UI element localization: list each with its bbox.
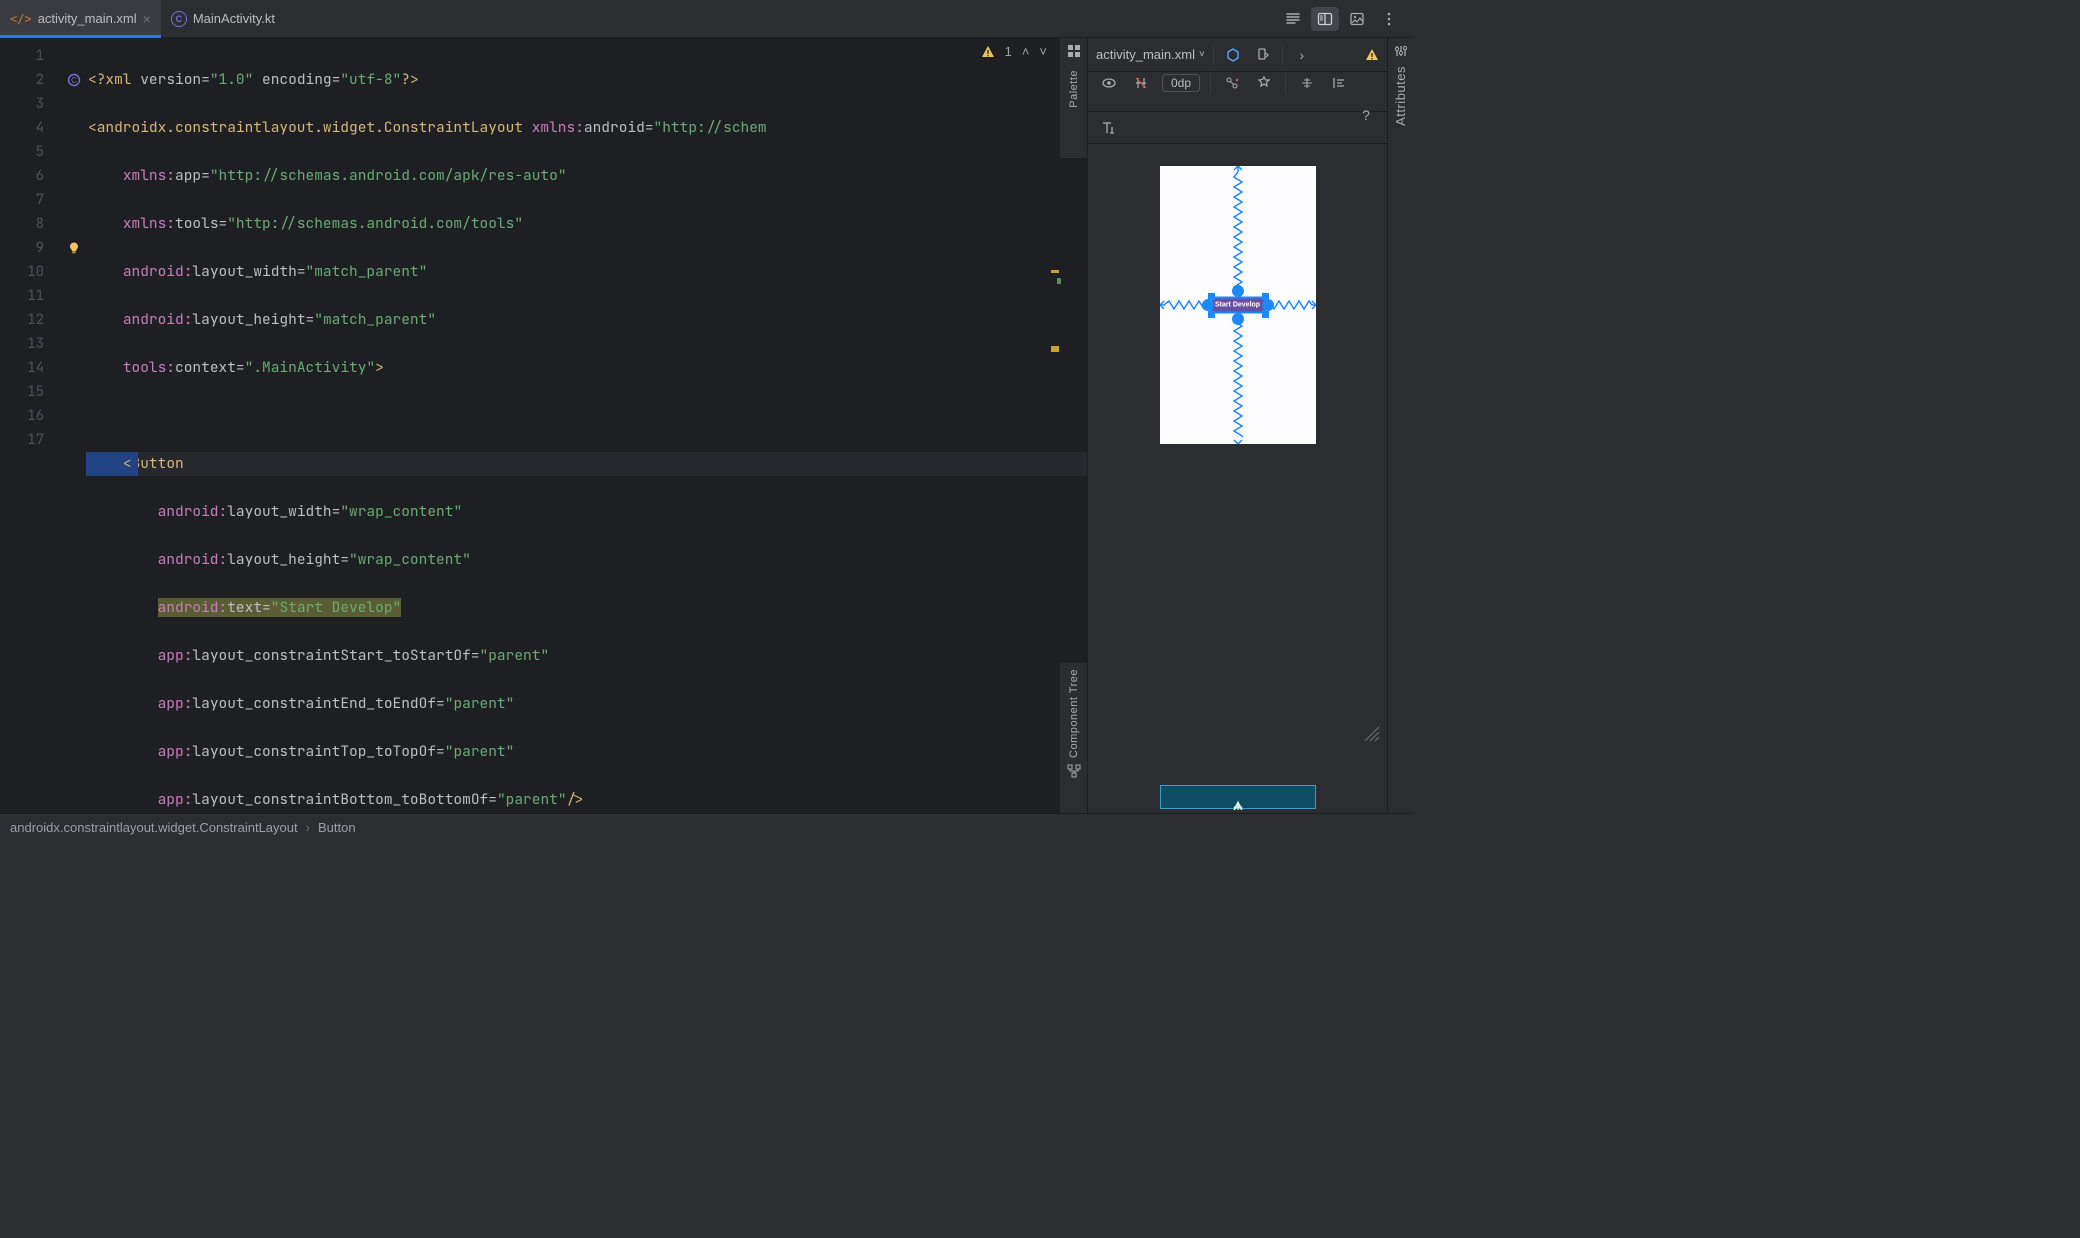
settings-sliders-icon — [1394, 44, 1408, 58]
warning-icon — [981, 45, 995, 59]
intention-bulb-icon[interactable] — [62, 236, 86, 260]
resize-handle[interactable] — [1208, 293, 1215, 300]
xml-icon: </> — [10, 12, 32, 26]
design-third-toolbar — [1088, 112, 1387, 144]
align-icon[interactable] — [1328, 72, 1350, 94]
resize-handle[interactable] — [1262, 311, 1269, 318]
configuration-dropdown[interactable]: activity_main.xml ˅ — [1096, 47, 1205, 62]
design-second-toolbar: 0dp ? — [1088, 72, 1387, 112]
autoconnect-icon[interactable] — [1130, 72, 1152, 94]
device-frame[interactable]: Start Develop — [1160, 166, 1316, 444]
infer-constraints-icon[interactable] — [1253, 72, 1275, 94]
inspection-summary[interactable]: 1 ˄ ˅ — [981, 44, 1047, 59]
layout-preview-pane: activity_main.xml ˅ › 0d — [1087, 38, 1387, 813]
tab-label: MainActivity.kt — [193, 11, 275, 26]
design-top-toolbar: activity_main.xml ˅ › — [1088, 38, 1387, 72]
resize-handle[interactable] — [1208, 311, 1215, 318]
canvas-resize-grip[interactable] — [1361, 723, 1381, 743]
palette-icon — [1067, 44, 1081, 58]
attributes-tool-window-button[interactable]: Attributes — [1387, 38, 1413, 813]
code-area[interactable]: <?xml version="1.0" encoding="utf-8"?> <… — [86, 38, 1087, 813]
selected-button-widget[interactable]: Start Develop — [1211, 299, 1264, 312]
constraint-handle-top[interactable] — [1232, 285, 1244, 297]
constraint-handle-left[interactable] — [1202, 299, 1214, 311]
default-margin-dropdown[interactable]: 0dp — [1162, 74, 1200, 92]
tab-label: activity_main.xml — [38, 11, 137, 26]
palette-tool-window-button[interactable]: Palette — [1059, 38, 1087, 158]
layout-warning-icon[interactable] — [1365, 48, 1379, 62]
line-number-gutter: 1 2 3 4 5 6 7 8 9 10 11 12 13 14 15 16 1… — [0, 38, 62, 813]
tree-icon — [1067, 764, 1081, 778]
resize-handle[interactable] — [1262, 293, 1269, 300]
prev-highlight-button[interactable]: ˄ — [1022, 44, 1030, 59]
breadcrumb-item[interactable]: Button — [318, 820, 356, 835]
tab-bar: </> activity_main.xml × C MainActivity.k… — [0, 0, 1413, 38]
overflow-chevron-icon[interactable]: › — [1291, 44, 1313, 66]
code-view-button[interactable] — [1279, 7, 1307, 31]
blueprint-preview[interactable] — [1160, 785, 1316, 809]
constraint-handle-bottom[interactable] — [1232, 313, 1244, 325]
next-highlight-button[interactable]: ˅ — [1039, 44, 1047, 59]
view-options-icon[interactable] — [1098, 72, 1120, 94]
clear-constraints-icon[interactable] — [1221, 72, 1243, 94]
close-icon[interactable]: × — [143, 11, 151, 27]
guidelines-icon[interactable] — [1296, 72, 1318, 94]
design-canvas[interactable]: Start Develop — [1088, 144, 1387, 813]
more-menu-button[interactable] — [1375, 7, 1403, 31]
split-view-button[interactable] — [1311, 7, 1339, 31]
gutter-icons: C — [62, 38, 86, 813]
breadcrumb: androidx.constraintlayout.widget.Constra… — [0, 813, 1413, 841]
text-tools-icon[interactable] — [1098, 117, 1120, 139]
design-view-button[interactable] — [1343, 7, 1371, 31]
error-stripe[interactable] — [1049, 38, 1059, 813]
breadcrumb-item[interactable]: androidx.constraintlayout.widget.Constra… — [10, 820, 298, 835]
tab-activity-main-xml[interactable]: </> activity_main.xml × — [0, 0, 161, 37]
code-editor[interactable]: 1 2 3 4 5 6 7 8 9 10 11 12 13 14 15 16 1… — [0, 38, 1087, 813]
kotlin-class-icon: C — [171, 11, 187, 27]
view-mode-toolbar — [1279, 0, 1413, 37]
design-surface-button[interactable] — [1222, 44, 1244, 66]
component-tree-tool-window-button[interactable]: Component Tree — [1059, 663, 1087, 813]
related-file-icon[interactable]: C — [62, 68, 86, 92]
orientation-button[interactable] — [1252, 44, 1274, 66]
chevron-down-icon: ˅ — [1199, 49, 1205, 60]
constraint-handle-right[interactable] — [1262, 299, 1274, 311]
warning-count: 1 — [1005, 44, 1012, 59]
constraint-spring-bottom — [1233, 316, 1243, 444]
tab-main-activity-kt[interactable]: C MainActivity.kt — [161, 0, 285, 37]
constraint-spring-top — [1233, 166, 1243, 294]
chevron-right-icon: › — [306, 820, 310, 835]
svg-text:C: C — [71, 76, 77, 85]
